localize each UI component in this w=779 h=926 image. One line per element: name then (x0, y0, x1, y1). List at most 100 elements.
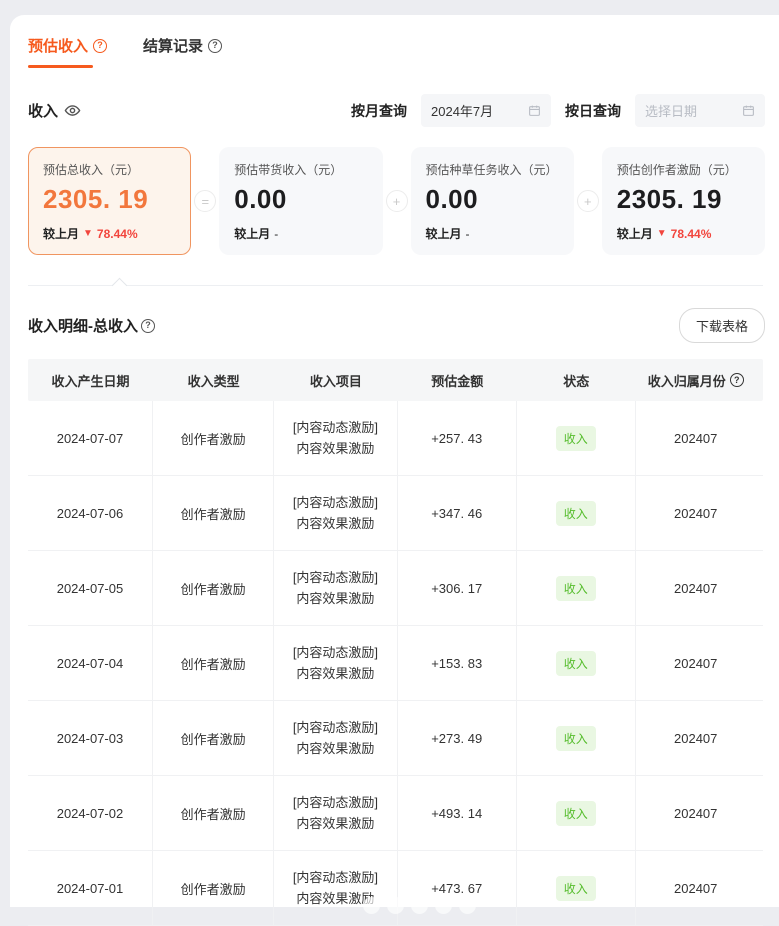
cell-date: 2024-07-02 (28, 776, 153, 850)
eye-visibility-icon[interactable] (64, 102, 81, 119)
tab-estimated-income-label: 预估收入 (28, 35, 88, 56)
tab-settlement-records-label: 结算记录 (143, 35, 203, 56)
card-seeding-task-income[interactable]: 预估种草任务收入（元） 0.00 较上月 - (411, 147, 574, 255)
cell-status: 收入 (517, 551, 636, 625)
cell-amount: +153. 83 (398, 626, 517, 700)
cell-project: [内容动态激励] 内容效果激励 (274, 401, 397, 475)
status-badge: 收入 (556, 576, 596, 601)
table-row: 2024-07-07 创作者激励 [内容动态激励] 内容效果激励 +257. 4… (28, 401, 763, 476)
cell-date: 2024-07-07 (28, 401, 153, 475)
cell-date: 2024-07-01 (28, 851, 153, 925)
card-compare: 较上月 ▼ 78.44% (43, 225, 176, 242)
cell-type: 创作者激励 (153, 401, 274, 475)
table-row: 2024-07-01 创作者激励 [内容动态激励] 内容效果激励 +473. 6… (28, 851, 763, 926)
query-toolbar: 收入 按月查询 2024年7月 按日查询 选择日期 (28, 94, 765, 127)
cell-month: 202407 (636, 851, 756, 925)
tab-estimated-income[interactable]: 预估收入 ? (28, 35, 107, 68)
cell-month: 202407 (636, 401, 756, 475)
project-line-2: 内容效果激励 (296, 888, 374, 909)
project-line-1: [内容动态激励] (293, 417, 378, 438)
table-row: 2024-07-06 创作者激励 [内容动态激励] 内容效果激励 +347. 4… (28, 476, 763, 551)
stat-cards-row: 预估总收入（元） 2305. 19 较上月 ▼ 78.44% = 预估带货收入（… (28, 147, 765, 255)
compare-label: 较上月 (43, 225, 79, 242)
card-label: 预估创作者激励（元） (617, 161, 750, 178)
cell-date: 2024-07-04 (28, 626, 153, 700)
operator-slot: + (574, 147, 602, 255)
cell-type: 创作者激励 (153, 476, 274, 550)
month-picker-value: 2024年7月 (431, 101, 528, 120)
detail-title-text: 收入明细-总收入 (28, 315, 138, 336)
cell-amount: +347. 46 (398, 476, 517, 550)
compare-value: - (274, 227, 278, 241)
help-icon[interactable]: ? (141, 319, 155, 333)
selected-card-caret (112, 278, 128, 294)
card-compare: 较上月 ▼ 78.44% (617, 225, 750, 242)
main-panel: 预估收入 ? 结算记录 ? 收入 按月查询 2024年7月 按日查询 选择日 (10, 15, 779, 907)
project-line-1: [内容动态激励] (293, 717, 378, 738)
cell-amount: +257. 43 (398, 401, 517, 475)
help-icon[interactable]: ? (730, 373, 744, 387)
cell-project: [内容动态激励] 内容效果激励 (274, 626, 397, 700)
col-header-project: 收入项目 (274, 359, 397, 401)
operator-slot: = (191, 147, 219, 255)
help-icon[interactable]: ? (93, 39, 107, 53)
col-header-month: 收入归属月份 ? (636, 359, 756, 401)
card-value: 2305. 19 (43, 184, 176, 215)
cell-status: 收入 (517, 476, 636, 550)
table-row: 2024-07-03 创作者激励 [内容动态激励] 内容效果激励 +273. 4… (28, 701, 763, 776)
download-table-button[interactable]: 下载表格 (679, 308, 765, 343)
card-value: 0.00 (426, 184, 559, 215)
down-triangle-icon: ▼ (657, 228, 667, 239)
cell-month: 202407 (636, 476, 756, 550)
cell-month: 202407 (636, 551, 756, 625)
help-icon[interactable]: ? (208, 39, 222, 53)
cell-status: 收入 (517, 851, 636, 925)
compare-value: 78.44% (671, 227, 712, 241)
project-line-1: [内容动态激励] (293, 867, 378, 888)
project-line-2: 内容效果激励 (296, 738, 374, 759)
card-goods-income[interactable]: 预估带货收入（元） 0.00 较上月 - (219, 147, 382, 255)
tab-settlement-records[interactable]: 结算记录 ? (143, 35, 222, 68)
cell-month: 202407 (636, 776, 756, 850)
cell-amount: +273. 49 (398, 701, 517, 775)
card-compare: 较上月 - (234, 225, 367, 242)
project-line-2: 内容效果激励 (296, 813, 374, 834)
cell-amount: +306. 17 (398, 551, 517, 625)
month-picker-input[interactable]: 2024年7月 (421, 94, 551, 127)
project-line-2: 内容效果激励 (296, 588, 374, 609)
income-label: 收入 (28, 100, 58, 121)
day-query-label: 按日查询 (565, 101, 621, 121)
equals-icon: = (194, 190, 216, 212)
card-label: 预估种草任务收入（元） (426, 161, 559, 178)
cell-status: 收入 (517, 626, 636, 700)
income-detail-table: 收入产生日期 收入类型 收入项目 预估金额 状态 收入归属月份 ? 2024-0… (28, 359, 763, 926)
income-section-title: 收入 (28, 100, 81, 121)
section-divider (28, 285, 763, 286)
plus-icon: + (577, 190, 599, 212)
card-total-income[interactable]: 预估总收入（元） 2305. 19 较上月 ▼ 78.44% (28, 147, 191, 255)
col-header-amount: 预估金额 (398, 359, 517, 401)
table-row: 2024-07-04 创作者激励 [内容动态激励] 内容效果激励 +153. 8… (28, 626, 763, 701)
cell-date: 2024-07-03 (28, 701, 153, 775)
project-line-2: 内容效果激励 (296, 663, 374, 684)
cell-type: 创作者激励 (153, 626, 274, 700)
detail-section-title: 收入明细-总收入 ? (28, 315, 155, 336)
detail-section-head: 收入明细-总收入 ? 下载表格 (28, 308, 765, 343)
status-badge: 收入 (556, 426, 596, 451)
table-header-row: 收入产生日期 收入类型 收入项目 预估金额 状态 收入归属月份 ? (28, 359, 763, 401)
status-badge: 收入 (556, 651, 596, 676)
day-picker-input[interactable]: 选择日期 (635, 94, 765, 127)
table-row: 2024-07-05 创作者激励 [内容动态激励] 内容效果激励 +306. 1… (28, 551, 763, 626)
cell-amount: +493. 14 (398, 776, 517, 850)
tab-bar: 预估收入 ? 结算记录 ? (28, 31, 765, 68)
compare-value: - (466, 227, 470, 241)
card-label: 预估带货收入（元） (234, 161, 367, 178)
project-line-1: [内容动态激励] (293, 642, 378, 663)
card-creator-incentive[interactable]: 预估创作者激励（元） 2305. 19 较上月 ▼ 78.44% (602, 147, 765, 255)
col-header-date: 收入产生日期 (28, 359, 153, 401)
plus-icon: + (386, 190, 408, 212)
cell-month: 202407 (636, 701, 756, 775)
cell-project: [内容动态激励] 内容效果激励 (274, 701, 397, 775)
project-line-1: [内容动态激励] (293, 792, 378, 813)
date-filters: 按月查询 2024年7月 按日查询 选择日期 (351, 94, 765, 127)
